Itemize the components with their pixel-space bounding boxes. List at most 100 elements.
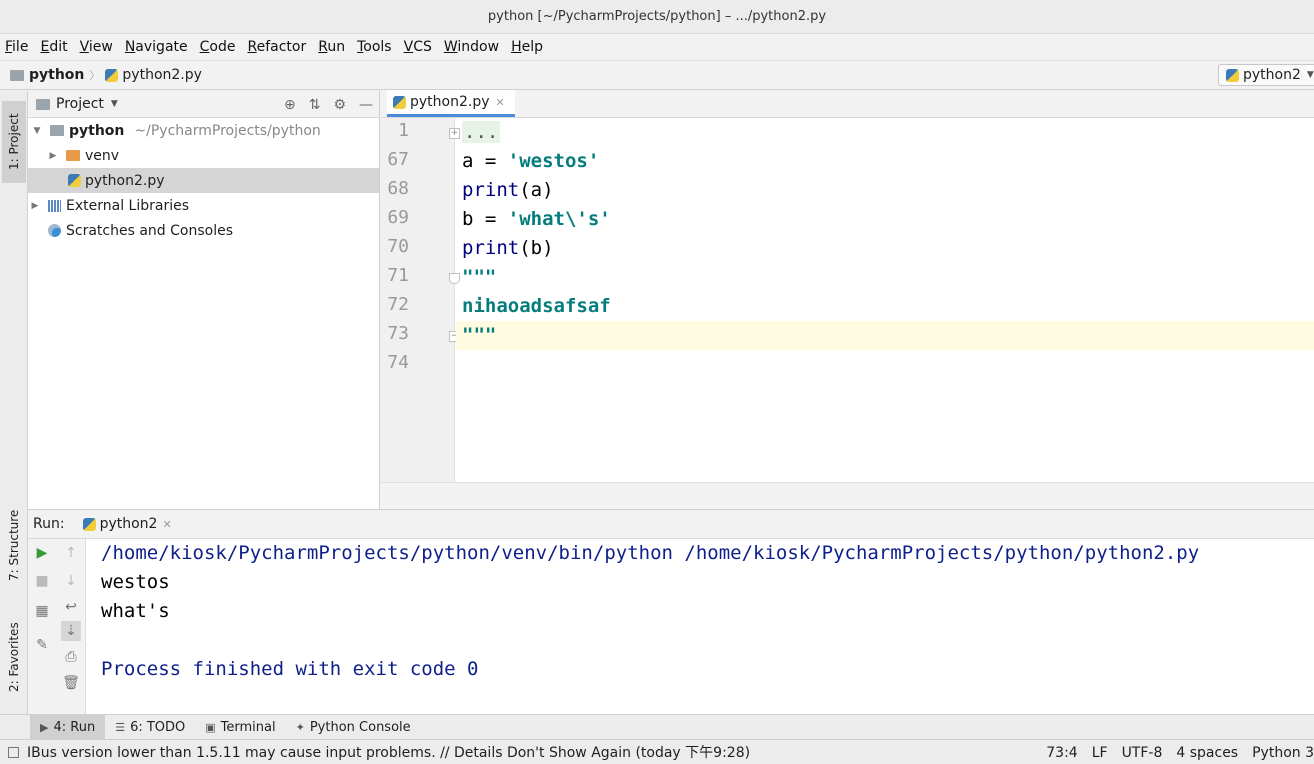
close-icon[interactable]: ✕ — [496, 96, 505, 109]
tab-terminal[interactable]: ▣ Terminal — [195, 715, 285, 740]
editor-tabs: python2.py ✕ — [381, 90, 1314, 118]
code-keyword: print — [462, 237, 520, 259]
menu-navigate[interactable]: Navigate — [125, 39, 188, 55]
menu-run[interactable]: Run — [318, 39, 345, 55]
breadcrumb-project[interactable]: python — [29, 67, 84, 83]
editor-tab-python2[interactable]: python2.py ✕ — [387, 90, 515, 117]
collapse-all-icon[interactable]: ⇅ — [309, 97, 321, 113]
python-file-icon — [68, 174, 81, 187]
tree-item-scratches[interactable]: Scratches and Consoles — [28, 218, 379, 243]
scroll-to-end-icon[interactable]: ⇣ — [61, 621, 81, 641]
code-string: nihaoadsafsaf — [462, 295, 611, 317]
scratches-icon — [48, 224, 61, 237]
console-output[interactable]: /home/kiosk/PycharmProjects/python/venv/… — [87, 539, 1314, 715]
tree-item-python2[interactable]: python2.py — [28, 168, 379, 193]
run-panel: Run: python2 ✕ ▶ ■ ▦ ✎ ↑ ↓ ↩ ⇣ ⎙ 🗑 /home… — [28, 509, 1314, 715]
caret-position[interactable]: 73:4 — [1046, 745, 1077, 761]
breadcrumb-file[interactable]: python2.py — [122, 67, 202, 83]
run-panel-header: Run: python2 ✕ — [28, 510, 1314, 539]
code-keyword: print — [462, 179, 520, 201]
left-tool-strip: 1: Project 7: Structure 2: Favorites — [0, 91, 28, 714]
status-bar: IBus version lower than 1.5.11 may cause… — [0, 739, 1314, 764]
line-number: 69 — [387, 207, 409, 228]
menu-view[interactable]: View — [80, 39, 113, 55]
file-encoding[interactable]: UTF-8 — [1122, 745, 1163, 761]
interpreter[interactable]: Python 3 — [1252, 745, 1314, 761]
menu-tools[interactable]: Tools — [357, 39, 392, 55]
locate-icon[interactable]: ⊕ — [284, 97, 296, 113]
line-number: 73 — [387, 323, 409, 344]
down-arrow-icon[interactable]: ↓ — [61, 571, 81, 591]
menu-refactor[interactable]: Refactor — [247, 39, 306, 55]
tree-item-root[interactable]: ▼ python ~/PycharmProjects/python — [28, 118, 379, 143]
indent-setting[interactable]: 4 spaces — [1176, 745, 1238, 761]
expand-arrow-icon[interactable]: ▼ — [30, 126, 44, 136]
code-line: b = 'what\'s' — [456, 205, 1314, 234]
project-panel: Project ▼ ⊕ ⇅ ⚙ — ▼ python ~/PycharmProj… — [28, 91, 380, 509]
expand-arrow-icon[interactable]: ▶ — [28, 201, 42, 211]
code-string: """ — [462, 324, 497, 346]
code-line: a = 'westos' — [456, 147, 1314, 176]
tab-project[interactable]: 1: Project — [2, 101, 26, 183]
tab-label: Python Console — [309, 719, 411, 735]
tab-structure[interactable]: 7: Structure — [2, 499, 26, 591]
gear-icon[interactable]: ⚙ — [333, 97, 346, 113]
tab-project-label: 1: Project — [7, 113, 21, 171]
close-icon[interactable]: ✕ — [162, 518, 171, 531]
menu-window[interactable]: Window — [444, 39, 499, 55]
line-number: 70 — [387, 236, 409, 257]
status-message[interactable]: IBus version lower than 1.5.11 may cause… — [27, 742, 750, 762]
line-separator[interactable]: LF — [1092, 745, 1108, 761]
folder-icon — [50, 125, 64, 136]
play-icon: ▶ — [40, 720, 49, 734]
rerun-icon[interactable]: ▶ — [32, 543, 52, 563]
expand-arrow-icon[interactable]: ▶ — [46, 151, 60, 161]
tab-favorites[interactable]: 2: Favorites — [2, 611, 26, 703]
console-line: /home/kiosk/PycharmProjects/python/venv/… — [101, 542, 1200, 564]
stop-icon[interactable]: ■ — [32, 571, 52, 591]
tab-label: Terminal — [220, 719, 276, 735]
menu-file[interactable]: File — [5, 39, 28, 55]
line-number: 71 — [387, 265, 409, 286]
code-token: b = — [462, 208, 508, 230]
code-token: (b) — [519, 237, 554, 259]
layout-icon[interactable]: ▦ — [32, 601, 52, 621]
collapsed-region[interactable]: ... — [462, 121, 501, 143]
menu-vcs[interactable]: VCS — [404, 39, 432, 55]
run-configuration-select[interactable]: python2 ▼ — [1218, 64, 1314, 86]
tree-item-venv[interactable]: ▶ venv — [28, 143, 379, 168]
print-icon[interactable]: ⎙ — [61, 647, 81, 667]
menu-edit[interactable]: Edit — [40, 39, 67, 55]
bottom-tool-tabs: ▶ 4: Run ☰ 6: TODO ▣ Terminal ✦ Python C… — [0, 714, 1314, 740]
project-panel-title[interactable]: Project — [56, 96, 104, 112]
chevron-down-icon: ▼ — [1306, 70, 1314, 80]
tab-structure-label: 7: Structure — [7, 509, 21, 581]
run-label: Run: — [33, 516, 65, 532]
tree-item-label: Scratches and Consoles — [66, 222, 233, 239]
pin-icon[interactable]: ✎ — [32, 635, 52, 655]
chevron-down-icon[interactable]: ▼ — [111, 99, 118, 109]
terminal-icon: ▣ — [205, 720, 216, 734]
code-line-current: """ — [456, 321, 1314, 350]
tab-label: 6: TODO — [130, 719, 186, 735]
tool-windows-icon[interactable] — [8, 746, 19, 758]
menu-code[interactable]: Code — [200, 39, 236, 55]
run-tab-label: python2 — [99, 516, 158, 532]
tab-todo[interactable]: ☰ 6: TODO — [105, 715, 195, 740]
run-tab-python2[interactable]: python2 ✕ — [82, 516, 172, 532]
menu-help[interactable]: Help — [511, 39, 543, 55]
chevron-right-icon: 〉 — [89, 69, 101, 82]
python-file-icon — [393, 95, 406, 109]
up-arrow-icon[interactable]: ↑ — [61, 543, 81, 563]
minimize-icon[interactable]: — — [359, 97, 373, 113]
tree-item-external-libraries[interactable]: ▶ External Libraries — [28, 193, 379, 218]
tree-item-label: External Libraries — [66, 197, 189, 214]
python-icon: ✦ — [295, 720, 305, 734]
code-string: 'what\'s' — [507, 208, 611, 230]
code-area[interactable]: ... a = 'westos' print(a) b = 'what\'s' … — [456, 118, 1314, 482]
tab-run[interactable]: ▶ 4: Run — [30, 714, 106, 740]
soft-wrap-icon[interactable]: ↩ — [61, 597, 81, 617]
tab-python-console[interactable]: ✦ Python Console — [286, 715, 421, 740]
trash-icon[interactable]: 🗑 — [61, 673, 81, 693]
